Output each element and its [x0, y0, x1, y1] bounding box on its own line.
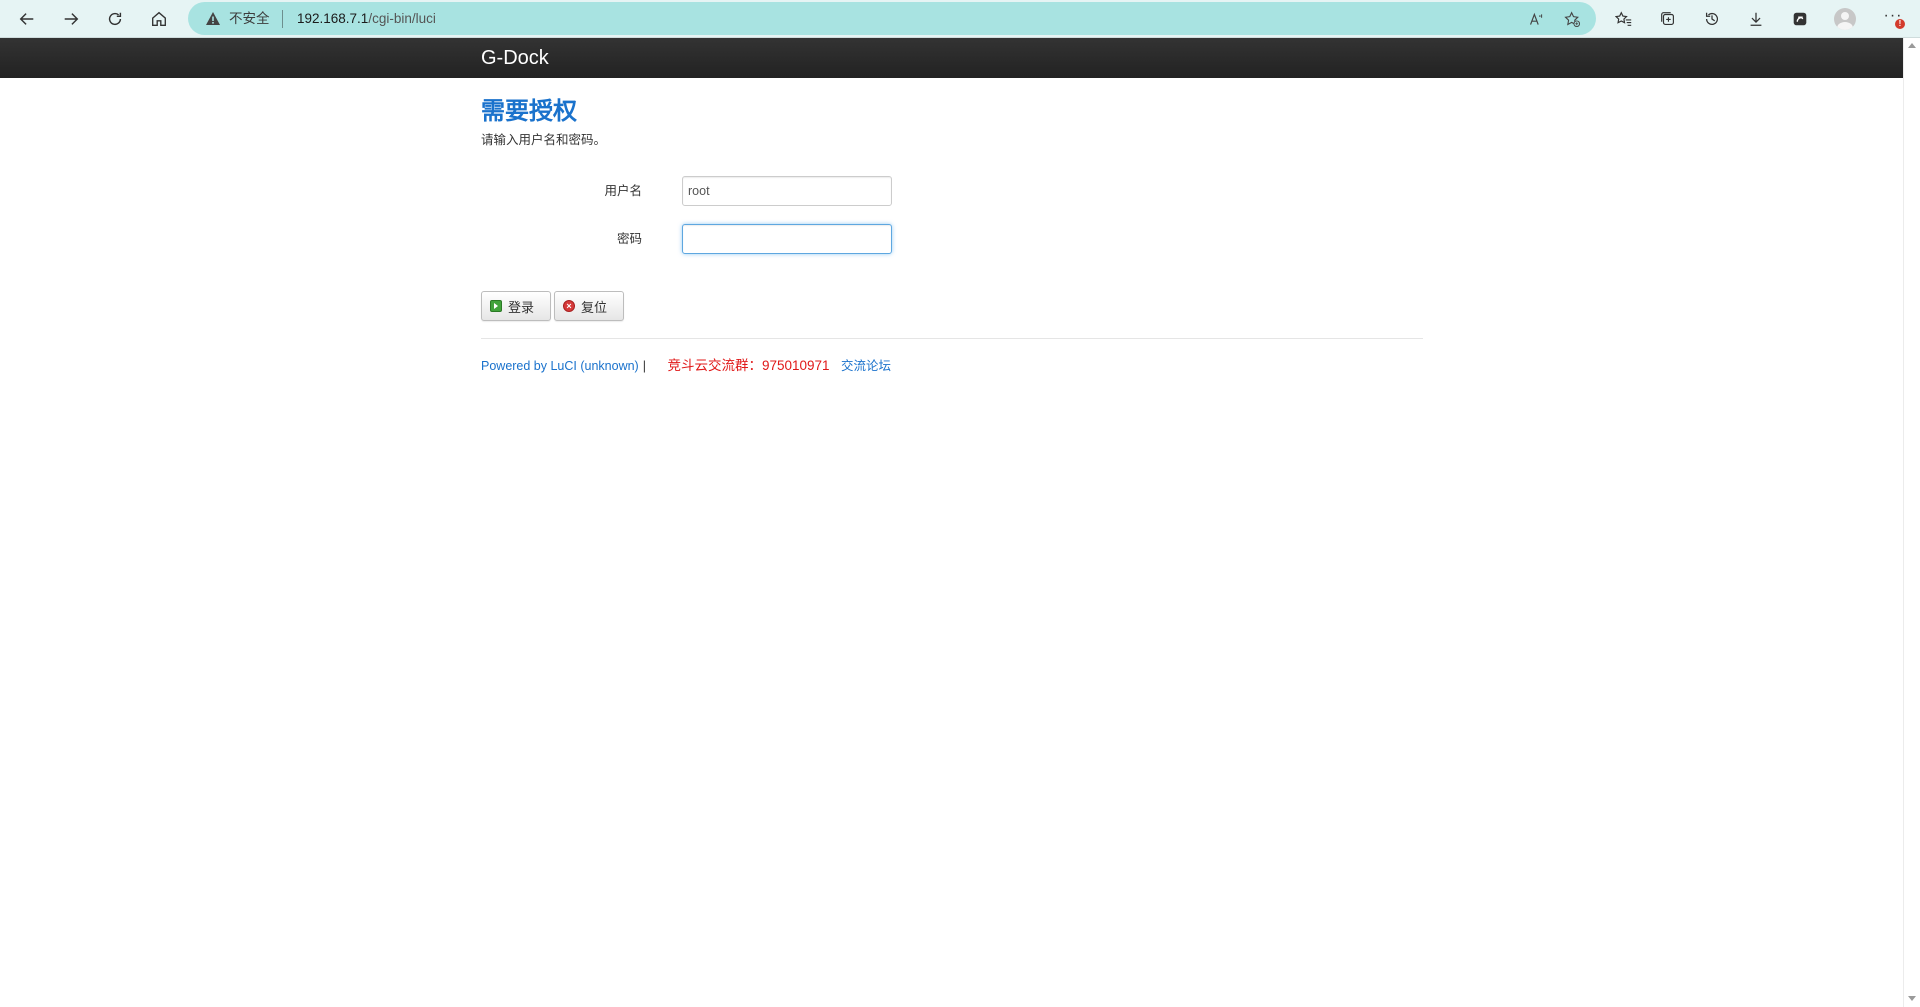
add-favorite-button[interactable]	[1562, 9, 1582, 29]
login-button[interactable]: 登录	[481, 291, 551, 321]
password-label: 密码	[616, 232, 642, 246]
scroll-up-arrow-icon[interactable]	[1908, 43, 1916, 48]
read-aloud-icon	[1529, 12, 1542, 25]
back-arrow-icon	[19, 13, 34, 25]
footer-divider	[481, 338, 1423, 339]
page-scrollbar[interactable]	[1903, 38, 1920, 1007]
header-bar: G-Dock	[0, 38, 1903, 78]
download-icon	[1750, 12, 1762, 26]
footer: Powered by LuCI (unknown) | 竞斗云交流群：975010…	[481, 358, 891, 374]
forward-button[interactable]	[56, 4, 86, 34]
reset-button[interactable]: × 复位	[554, 291, 624, 321]
reset-button-label: 复位	[581, 299, 608, 315]
page-title: 需要授权	[481, 98, 577, 125]
footer-separator: |	[642, 359, 646, 373]
downloads-button[interactable]	[1741, 4, 1771, 34]
settings-more-button[interactable]: ··· !	[1878, 4, 1908, 34]
scroll-down-arrow-icon[interactable]	[1908, 996, 1916, 1001]
username-input[interactable]	[682, 176, 892, 206]
essentials-icon	[1793, 12, 1807, 26]
read-aloud-button[interactable]	[1526, 9, 1546, 29]
username-label: 用户名	[604, 184, 642, 198]
login-button-label: 登录	[508, 299, 535, 315]
address-divider	[282, 10, 283, 28]
profile-button[interactable]	[1830, 4, 1860, 34]
profile-avatar-icon	[1834, 8, 1856, 30]
browser-essentials-button[interactable]	[1785, 4, 1815, 34]
home-button[interactable]	[144, 4, 174, 34]
collections-button[interactable]	[1653, 4, 1683, 34]
insecure-label[interactable]: 不安全	[229, 11, 270, 27]
luci-link[interactable]: Powered by LuCI (unknown)	[481, 359, 639, 373]
notification-badge: !	[1895, 19, 1905, 29]
forum-link[interactable]: 交流论坛	[841, 359, 891, 373]
qq-group-text: 竞斗云交流群：975010971	[667, 358, 830, 373]
url-host: 192.168.7.1	[297, 11, 369, 26]
login-icon	[490, 300, 502, 312]
favorites-button[interactable]	[1609, 4, 1639, 34]
page-description: 请输入用户名和密码。	[481, 133, 607, 147]
url-path: /cgi-bin/luci	[368, 11, 436, 26]
star-add-icon	[1563, 10, 1580, 27]
forward-arrow-icon	[64, 13, 79, 25]
home-icon	[152, 11, 166, 26]
address-bar[interactable]: 不安全 192.168.7.1/cgi-bin/luci	[188, 2, 1596, 35]
reset-icon: ×	[563, 300, 575, 312]
refresh-button[interactable]	[100, 4, 130, 34]
brand-name[interactable]: G-Dock	[481, 46, 549, 70]
back-button[interactable]	[12, 4, 42, 34]
warning-icon[interactable]	[205, 11, 221, 27]
favorites-list-icon	[1615, 11, 1632, 26]
history-button[interactable]	[1697, 4, 1727, 34]
history-icon	[1705, 12, 1719, 25]
url-text[interactable]: 192.168.7.1/cgi-bin/luci	[297, 11, 436, 27]
browser-toolbar: 不安全 192.168.7.1/cgi-bin/luci ··· !	[0, 0, 1920, 38]
collections-icon	[1661, 12, 1674, 25]
refresh-icon	[108, 12, 122, 26]
password-input[interactable]	[682, 224, 892, 254]
